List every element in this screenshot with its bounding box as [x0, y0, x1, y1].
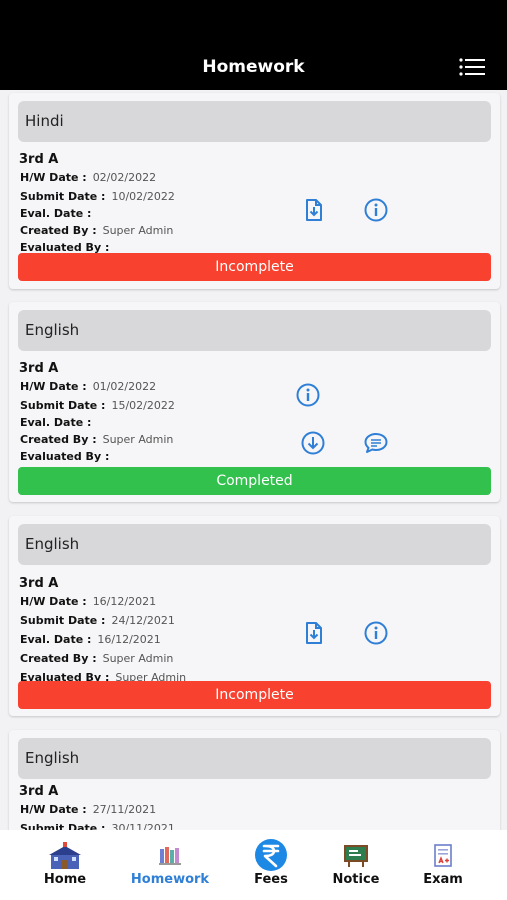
subject-header: English — [18, 310, 491, 351]
info-icon[interactable] — [363, 197, 389, 223]
nav-label: Exam — [423, 872, 463, 887]
subject-header: English — [18, 738, 491, 779]
hw-date-value: 16/12/2021 — [92, 595, 157, 608]
nav-label: Homework — [130, 872, 210, 887]
class-label: 3rd A — [19, 152, 59, 167]
subject-header: English — [18, 524, 491, 565]
created-by-value: Super Admin — [102, 433, 174, 446]
status-badge: Incomplete — [18, 253, 491, 281]
submit-date-label: Submit Date : — [20, 614, 106, 627]
submit-date-label: Submit Date : — [20, 190, 106, 203]
nav-label: Notice — [332, 872, 380, 887]
created-by-label: Created By : — [20, 224, 97, 237]
rupee-icon — [255, 839, 287, 871]
hw-date-label: H/W Date : — [20, 803, 87, 816]
created-by-label: Created By : — [20, 652, 97, 665]
class-label: 3rd A — [19, 784, 59, 799]
evaluated-by-label: Evaluated By : — [20, 450, 110, 463]
hw-date-label: H/W Date : — [20, 380, 87, 393]
homework-card[interactable]: English 3rd A H/W Date : 27/11/2021 Submi… — [9, 730, 500, 830]
upload-doc-icon[interactable] — [301, 197, 327, 223]
created-by-value: Super Admin — [102, 224, 174, 237]
eval-date-label: Eval. Date : — [20, 207, 92, 220]
bottom-navigation: Home Homework Fees Notice Exam — [0, 830, 507, 900]
class-label: 3rd A — [19, 361, 59, 376]
download-icon[interactable] — [300, 430, 326, 456]
eval-date-label: Eval. Date : — [20, 633, 92, 646]
school-icon — [49, 842, 81, 869]
hw-date-value: 27/11/2021 — [92, 803, 157, 816]
homework-card[interactable]: English 3rd A H/W Date : 16/12/2021 Submi… — [9, 516, 500, 716]
nav-exam[interactable]: Exam — [393, 830, 493, 900]
status-badge: Incomplete — [18, 681, 491, 709]
nav-homework[interactable]: Homework — [120, 830, 220, 900]
nav-home[interactable]: Home — [15, 830, 115, 900]
page-title: Homework — [202, 57, 305, 77]
submit-date-value: 10/02/2022 — [111, 190, 175, 203]
hw-date-value: 02/02/2022 — [92, 171, 157, 184]
notice-board-icon — [344, 845, 368, 867]
homework-card[interactable]: English 3rd A H/W Date : 01/02/2022 Submi… — [9, 302, 500, 502]
eval-date-label: Eval. Date : — [20, 416, 92, 429]
info-icon[interactable] — [363, 620, 389, 646]
eval-date-value: 16/12/2021 — [97, 633, 161, 646]
submit-date-value: 24/12/2021 — [111, 614, 175, 627]
homework-list[interactable]: Hindi 3rd A H/W Date : 02/02/2022 Submit … — [0, 90, 507, 830]
hw-date-label: H/W Date : — [20, 595, 87, 608]
nav-label: Home — [43, 872, 87, 887]
hw-date-value: 01/02/2022 — [92, 380, 157, 393]
exam-paper-icon — [434, 844, 452, 867]
info-icon[interactable] — [295, 382, 321, 408]
class-label: 3rd A — [19, 576, 59, 591]
hw-date-label: H/W Date : — [20, 171, 87, 184]
status-badge: Completed — [18, 467, 491, 495]
created-by-label: Created By : — [20, 433, 97, 446]
app-bar: Homework — [0, 0, 507, 90]
submit-date-label: Submit Date : — [20, 822, 106, 830]
books-icon — [159, 847, 181, 865]
list-menu-icon[interactable] — [459, 58, 485, 76]
submit-date-label: Submit Date : — [20, 399, 106, 412]
comment-icon[interactable] — [363, 430, 389, 456]
homework-card[interactable]: Hindi 3rd A H/W Date : 02/02/2022 Submit … — [9, 93, 500, 289]
upload-doc-icon[interactable] — [301, 620, 327, 646]
created-by-value: Super Admin — [102, 652, 174, 665]
subject-header: Hindi — [18, 101, 491, 142]
submit-date-value: 15/02/2022 — [111, 399, 175, 412]
nav-notice[interactable]: Notice — [306, 830, 406, 900]
submit-date-value: 30/11/2021 — [111, 822, 175, 830]
